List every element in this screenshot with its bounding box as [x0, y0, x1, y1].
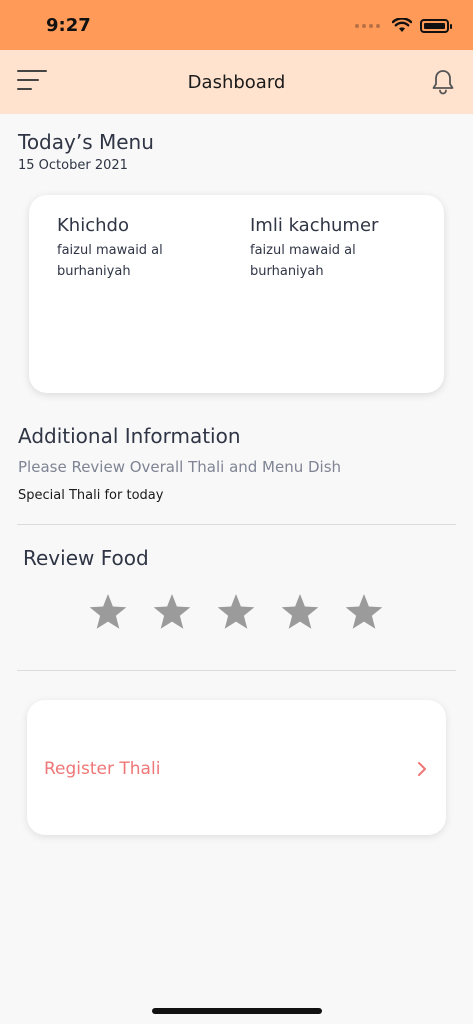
menu-date: 15 October 2021 [18, 158, 128, 173]
star-icon[interactable] [280, 592, 320, 632]
wifi-icon [392, 18, 412, 32]
divider [17, 524, 456, 525]
star-icon[interactable] [344, 592, 384, 632]
dish-name: Imli kachumer [250, 215, 379, 236]
divider [17, 670, 456, 671]
register-thali-label: Register Thali [44, 759, 161, 779]
rating-stars [88, 592, 384, 632]
dish-item: Khichdo faizul mawaid al burhaniyah [57, 215, 222, 282]
home-indicator [152, 1008, 322, 1014]
chevron-right-icon [418, 762, 426, 776]
status-time: 9:27 [46, 15, 91, 36]
dish-source: faizul mawaid al burhaniyah [57, 243, 163, 279]
dish-name: Khichdo [57, 215, 129, 236]
bell-icon[interactable] [431, 68, 455, 96]
star-icon[interactable] [152, 592, 192, 632]
status-icons [355, 18, 452, 33]
menu-card: Khichdo faizul mawaid al burhaniyah Imli… [29, 195, 444, 393]
star-icon[interactable] [216, 592, 256, 632]
review-food-title: Review Food [23, 546, 149, 570]
star-icon[interactable] [88, 592, 128, 632]
signal-dots-icon [355, 23, 380, 28]
app-header: Dashboard [0, 50, 473, 114]
page-title: Dashboard [187, 72, 286, 93]
dish-source: faizul mawaid al burhaniyah [250, 243, 356, 279]
status-bar: 9:27 [0, 0, 473, 50]
todays-menu-title: Today’s Menu [18, 130, 154, 154]
additional-info-subtitle: Please Review Overall Thali and Menu Dis… [18, 458, 342, 476]
battery-icon [420, 18, 452, 33]
special-thali-note: Special Thali for today [18, 488, 164, 503]
additional-info-title: Additional Information [18, 424, 241, 448]
dish-item: Imli kachumer faizul mawaid al burhaniya… [250, 215, 415, 282]
register-thali-button[interactable]: Register Thali [27, 700, 446, 835]
